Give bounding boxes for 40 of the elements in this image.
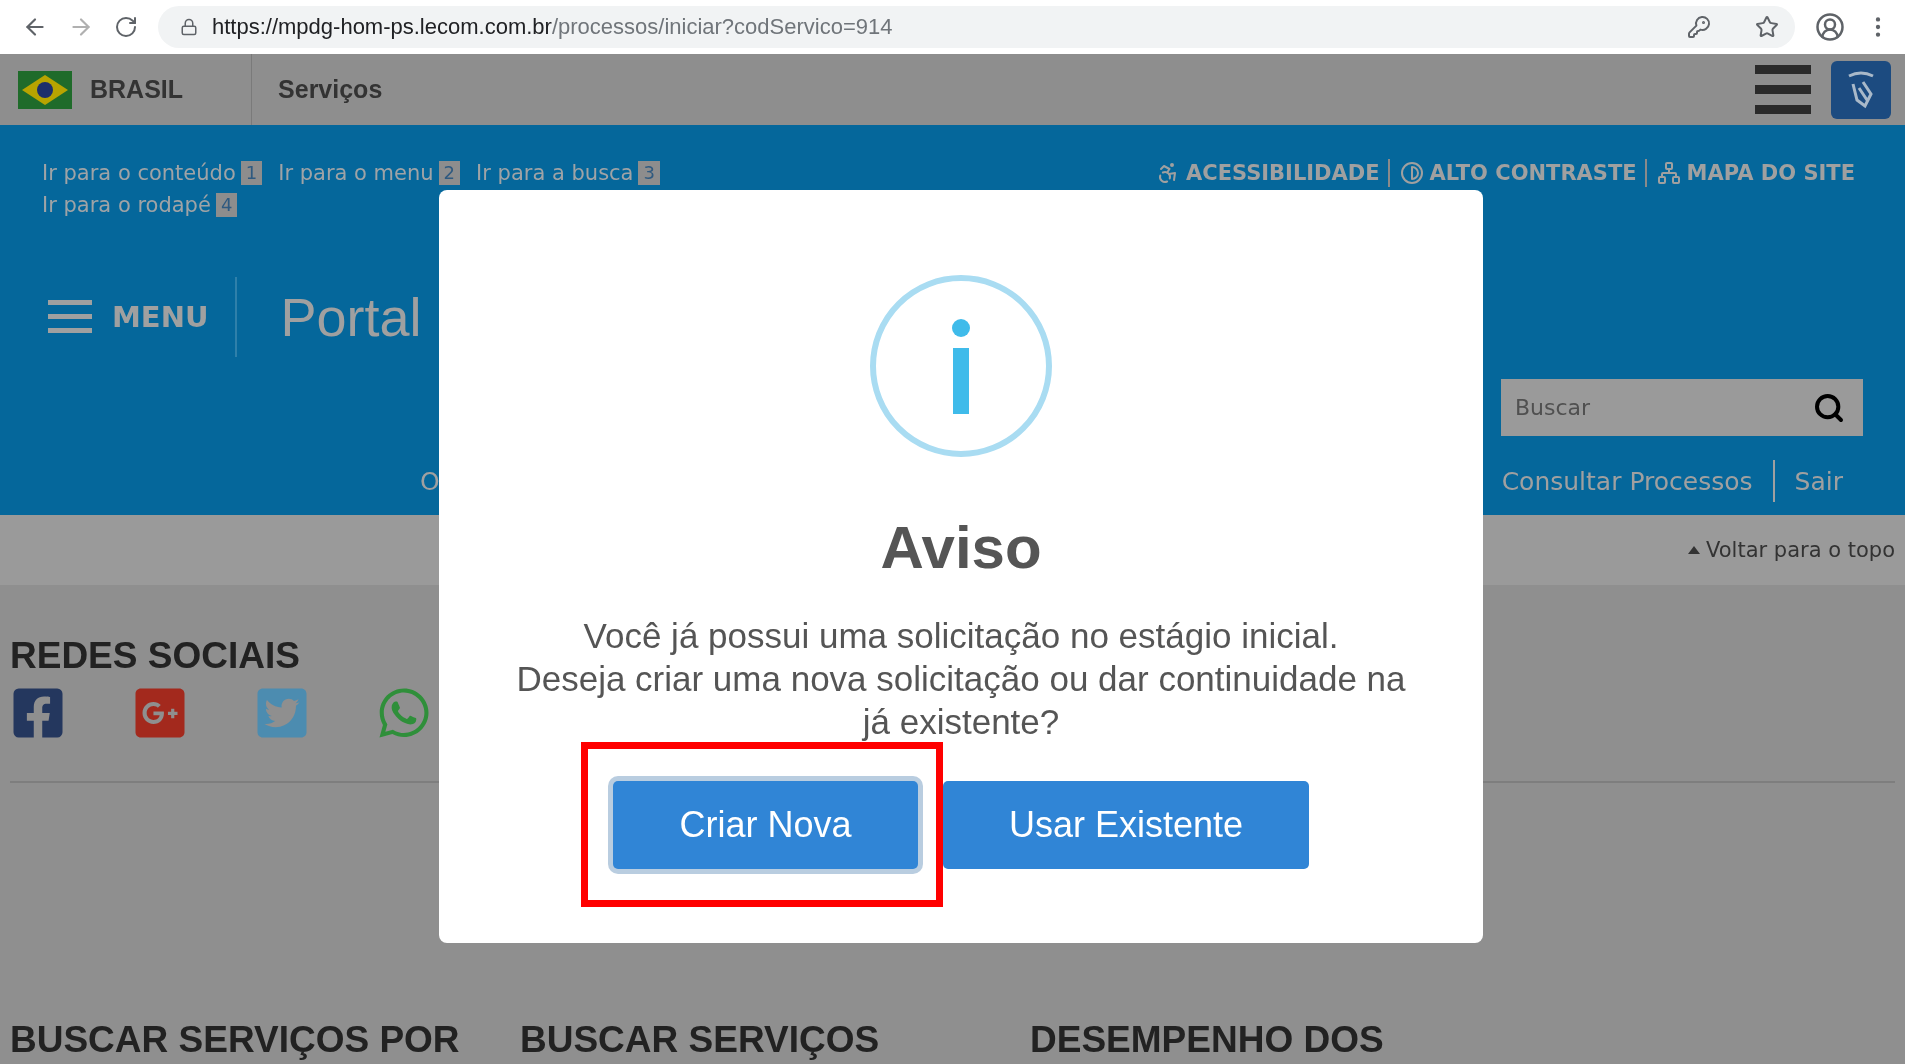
country-label: BRASIL (90, 75, 184, 104)
star-icon[interactable] (1755, 15, 1779, 39)
dialog-message: Você já possui uma solicitação no estágio inicial. Deseja criar uma nova solicitação ou dar continuidade na já existente? (515, 615, 1407, 743)
accessibility-link[interactable]: MAPA DO SITE (1656, 159, 1863, 187)
info-icon (869, 274, 1053, 458)
account-icon[interactable] (1815, 12, 1845, 42)
search-icon[interactable] (1813, 391, 1845, 424)
site-title: Portal (280, 286, 422, 348)
section-heading: DESEMPENHO DOS (1030, 1019, 1385, 1061)
menu-button[interactable]: MENU (42, 299, 235, 335)
dialog-title: Aviso (880, 518, 1042, 578)
sitemap-icon (1656, 161, 1681, 185)
accessibility-link[interactable]: ALTO CONTRASTE (1399, 159, 1647, 187)
back-to-top-link[interactable]: Voltar para o topo (1688, 538, 1895, 562)
menu-icon[interactable] (1755, 62, 1811, 117)
skip-link[interactable]: Ir para a busca 3 (476, 159, 660, 187)
menu-icon (48, 299, 92, 335)
nav-link[interactable]: Consultar Processos (1501, 466, 1753, 496)
search-field[interactable]: Buscar (1513, 394, 1813, 421)
nav-link[interactable]: Sair (1794, 466, 1843, 496)
section-heading: BUSCAR SERVIÇOS POR (10, 1019, 461, 1061)
flag-icon (18, 70, 72, 109)
section-heading: REDES SOCIAIS (10, 635, 300, 677)
lock-icon (180, 18, 198, 36)
up-triangle-icon (1688, 546, 1700, 554)
skip-link[interactable]: Ir para o menu 2 (278, 159, 461, 187)
url-text: https://mpdg-hom-ps.lecom.com.br/processos/iniciar?codServico=914 (212, 14, 893, 40)
address-bar[interactable]: https://mpdg-hom-ps.lecom.com.br/processos/iniciar?codServico=914 (158, 6, 1795, 48)
services-link[interactable]: Serviços (278, 75, 383, 104)
search-bar[interactable]: Buscar (1501, 379, 1863, 436)
accessibility-link[interactable]: ACESSIBILIDADE (1155, 159, 1390, 187)
sign-language-button[interactable] (1831, 60, 1891, 119)
nav-link[interactable]: O (420, 466, 440, 496)
reload-icon[interactable] (114, 15, 138, 39)
skip-link[interactable]: Ir para o conteúdo 1 (42, 159, 263, 187)
contrast-icon (1399, 161, 1424, 185)
section-heading: BUSCAR SERVIÇOS (520, 1019, 881, 1061)
skip-link[interactable]: Ir para o rodapé 4 (42, 191, 238, 219)
key-icon[interactable] (1687, 15, 1711, 39)
dialog-button[interactable]: Usar Existente (942, 781, 1310, 869)
